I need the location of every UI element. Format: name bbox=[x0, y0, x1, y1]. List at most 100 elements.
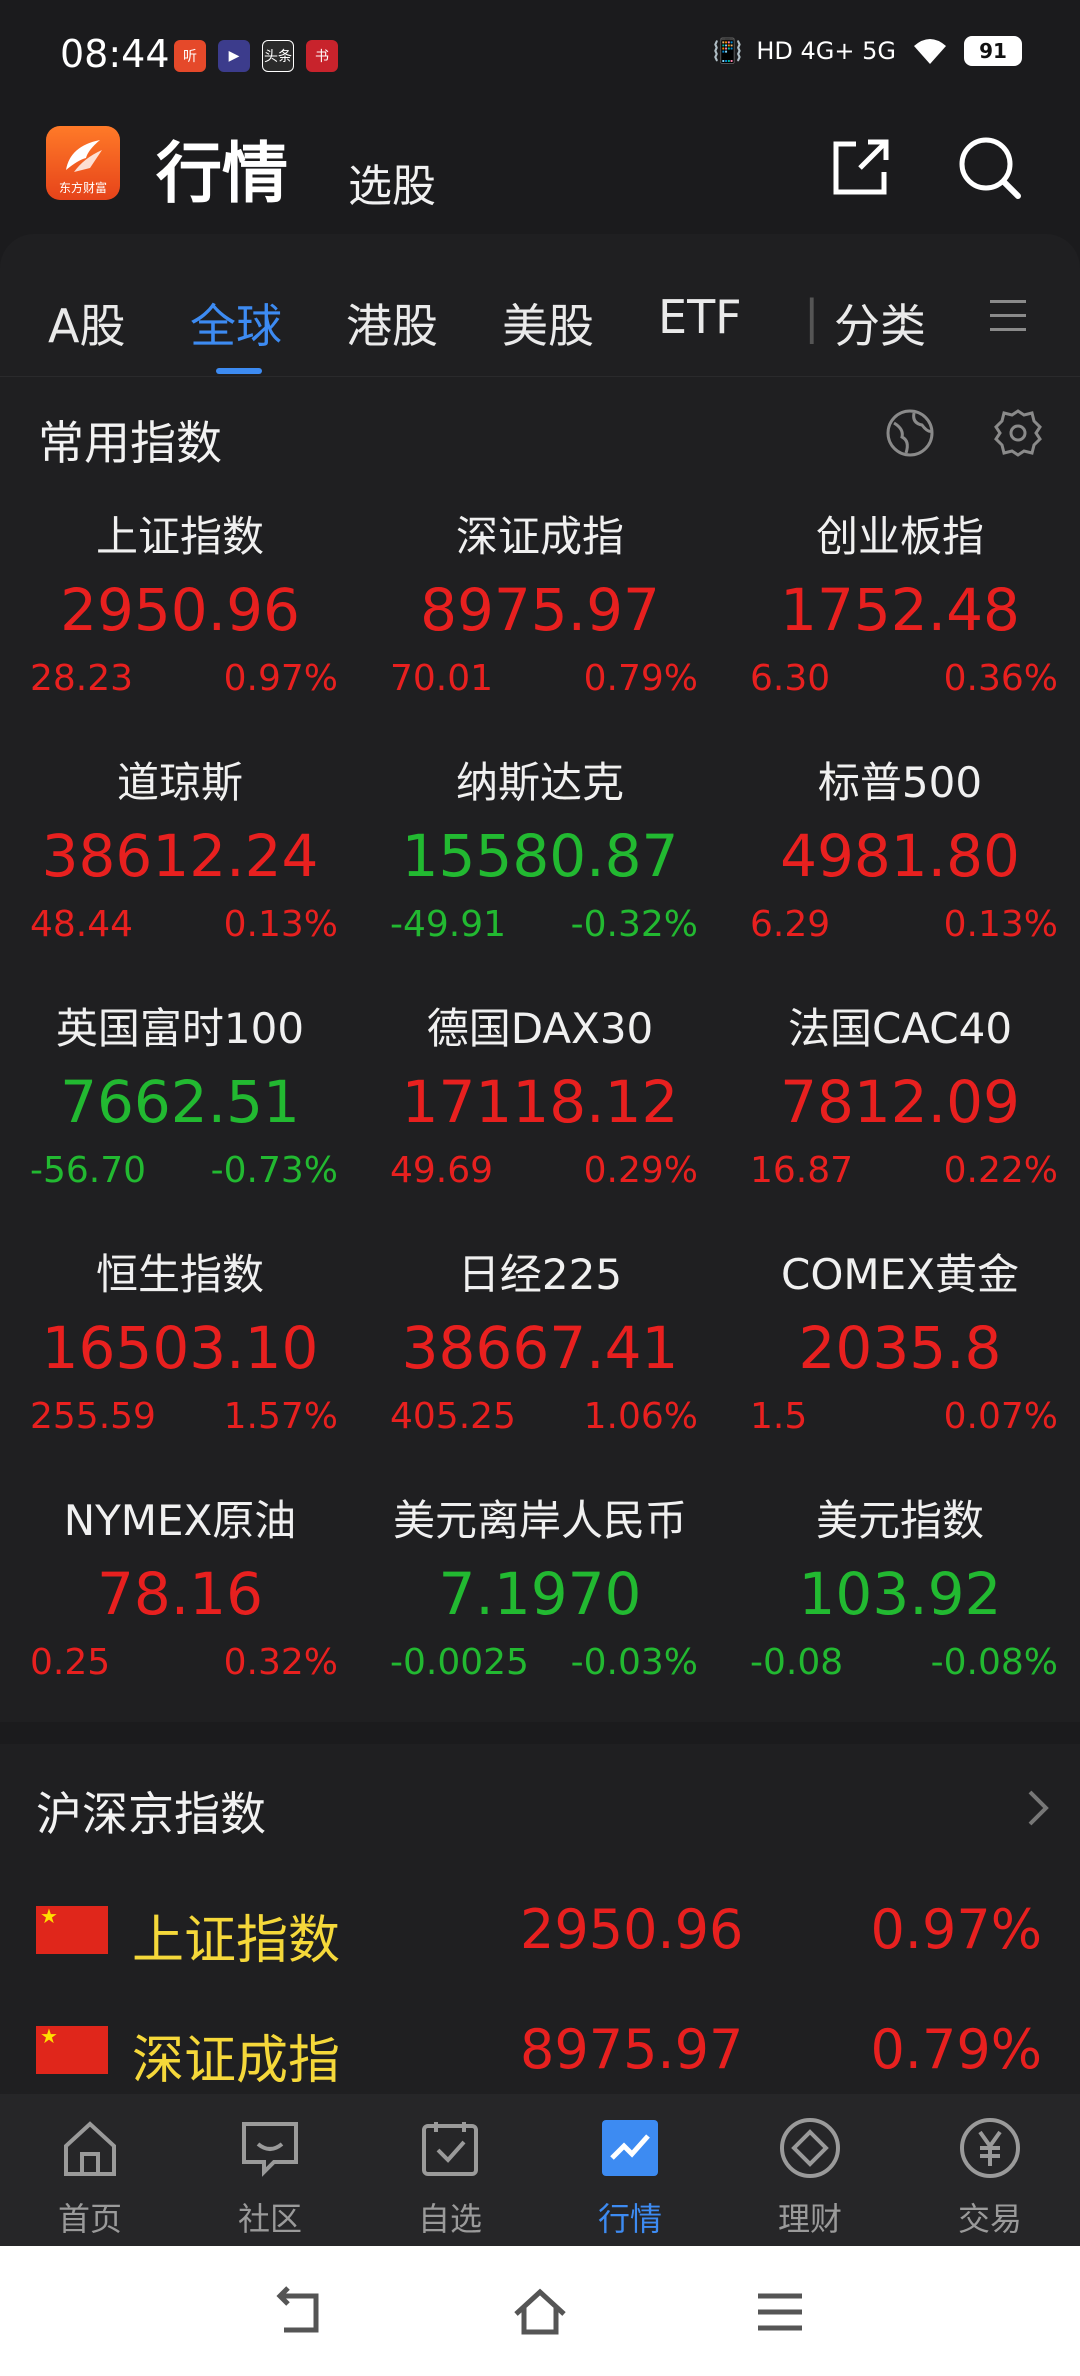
index-card[interactable]: 深证成指 8975.97 70.01 0.79% bbox=[360, 503, 720, 749]
index-change-pct: -0.73% bbox=[210, 1150, 338, 1191]
index-name: 纳斯达克 bbox=[455, 758, 624, 807]
index-name: COMEX黄金 bbox=[781, 1250, 1019, 1299]
nav-label: 理财 bbox=[777, 2200, 842, 2238]
stock-picker-link[interactable]: 选股 bbox=[348, 150, 436, 214]
status-indicators: 📳 HD 4G+ 5G 91 bbox=[712, 36, 1022, 66]
index-change: 6.30 bbox=[750, 658, 831, 699]
index-change-pct: -0.32% bbox=[570, 904, 698, 945]
index-price: 103.92 bbox=[798, 1560, 1002, 1628]
app-header: 东方财富 行情 选股 bbox=[0, 112, 1080, 232]
index-card[interactable]: 标普500 4981.80 6.29 0.13% bbox=[720, 749, 1080, 995]
index-change-pct: 0.13% bbox=[223, 904, 338, 945]
index-card[interactable]: 日经225 38667.41 405.25 1.06% bbox=[360, 1241, 720, 1487]
index-card[interactable]: 纳斯达克 15580.87 -49.91 -0.32% bbox=[360, 749, 720, 995]
wifi-icon bbox=[914, 39, 946, 64]
index-change-pct: 0.29% bbox=[583, 1150, 698, 1191]
index-card[interactable]: 创业板指 1752.48 6.30 0.36% bbox=[720, 503, 1080, 749]
nav-trade[interactable]: 交易 bbox=[900, 2116, 1080, 2240]
index-change-pct: 0.79% bbox=[583, 658, 698, 699]
index-change-pct: 0.97% bbox=[870, 1898, 1042, 1961]
home-nav-icon[interactable] bbox=[510, 2282, 570, 2342]
index-price: 1752.48 bbox=[780, 576, 1020, 644]
battery-icon: 91 bbox=[964, 36, 1022, 66]
index-price: 7812.09 bbox=[780, 1068, 1020, 1136]
recents-menu-icon[interactable] bbox=[750, 2282, 810, 2342]
home-icon bbox=[64, 2121, 116, 2176]
index-change: -0.0025 bbox=[390, 1642, 529, 1683]
index-card[interactable]: 法国CAC40 7812.09 16.87 0.22% bbox=[720, 995, 1080, 1241]
tab-global[interactable]: 全球 bbox=[190, 290, 282, 356]
globe-icon[interactable] bbox=[884, 407, 936, 459]
tab-etf[interactable]: ETF bbox=[658, 290, 742, 344]
index-name: 法国CAC40 bbox=[787, 1004, 1013, 1053]
index-card[interactable]: 德国DAX30 17118.12 49.69 0.29% bbox=[360, 995, 720, 1241]
index-change: 255.59 bbox=[30, 1396, 156, 1437]
index-change: -0.08 bbox=[750, 1642, 844, 1683]
index-name: 道琼斯 bbox=[116, 758, 243, 807]
index-card[interactable]: 恒生指数 16503.10 255.59 1.57% bbox=[0, 1241, 360, 1487]
index-card[interactable]: 道琼斯 38612.24 48.44 0.13% bbox=[0, 749, 360, 995]
page-title: 行情 bbox=[156, 135, 288, 212]
china-flag-icon bbox=[36, 2026, 108, 2074]
index-change-pct: 0.97% bbox=[223, 658, 338, 699]
index-card[interactable]: 美元离岸人民币 7.1970 -0.0025 -0.03% bbox=[360, 1487, 720, 1733]
index-change-pct: -0.08% bbox=[930, 1642, 1058, 1683]
index-change-pct: 0.22% bbox=[943, 1150, 1058, 1191]
tab-hk[interactable]: 港股 bbox=[346, 290, 438, 356]
index-price: 2950.96 bbox=[520, 1898, 744, 1961]
community-icon bbox=[242, 2122, 298, 2177]
index-change: 49.69 bbox=[390, 1150, 494, 1191]
index-change-pct: 1.06% bbox=[583, 1396, 698, 1437]
nav-watchlist[interactable]: 自选 bbox=[360, 2116, 540, 2240]
index-card[interactable]: NYMEX原油 78.16 0.25 0.32% bbox=[0, 1487, 360, 1733]
tab-us[interactable]: 美股 bbox=[502, 290, 594, 356]
nav-label: 社区 bbox=[237, 2200, 302, 2238]
index-change: 1.5 bbox=[750, 1396, 808, 1437]
index-name: 美元指数 bbox=[815, 1496, 984, 1545]
china-flag-icon bbox=[36, 1906, 108, 1954]
notification-app-icon: 书 bbox=[306, 40, 338, 72]
index-name: 日经225 bbox=[457, 1250, 623, 1299]
index-change-pct: 0.36% bbox=[943, 658, 1058, 699]
index-change-pct: 0.07% bbox=[943, 1396, 1058, 1437]
nav-home[interactable]: 首页 bbox=[0, 2116, 180, 2240]
index-price: 2950.96 bbox=[60, 576, 300, 644]
tab-menu-icon[interactable] bbox=[990, 300, 1026, 342]
nav-community[interactable]: 社区 bbox=[180, 2116, 360, 2240]
bottom-nav: 首页 社区 自选 行情 理财 交易 bbox=[0, 2094, 1080, 2246]
nav-label: 自选 bbox=[417, 2200, 482, 2238]
index-name: 美元离岸人民币 bbox=[392, 1496, 687, 1545]
index-price: 78.16 bbox=[96, 1560, 264, 1628]
nav-market[interactable]: 行情 bbox=[540, 2116, 720, 2240]
index-price: 38667.41 bbox=[401, 1314, 679, 1382]
index-change: -56.70 bbox=[30, 1150, 147, 1191]
chevron-right-icon[interactable] bbox=[1026, 1788, 1050, 1828]
settings-gear-icon[interactable] bbox=[992, 407, 1044, 459]
index-card[interactable]: COMEX黄金 2035.8 1.5 0.07% bbox=[720, 1241, 1080, 1487]
logo-mark-icon bbox=[66, 140, 102, 172]
active-tab-indicator bbox=[216, 368, 262, 374]
share-icon[interactable] bbox=[826, 132, 896, 202]
index-name: 德国DAX30 bbox=[426, 1004, 654, 1053]
market-icon bbox=[602, 2120, 658, 2176]
index-name: 上证指数 bbox=[132, 1911, 341, 1971]
index-card[interactable]: 英国富时100 7662.51 -56.70 -0.73% bbox=[0, 995, 360, 1241]
tab-category[interactable]: 分类 bbox=[834, 290, 926, 356]
trade-icon bbox=[960, 2118, 1020, 2178]
section-title[interactable]: 沪深京指数 bbox=[36, 1778, 266, 1844]
index-change: -49.91 bbox=[390, 904, 507, 945]
index-change: 28.23 bbox=[30, 658, 134, 699]
list-item[interactable]: 上证指数 2950.96 0.97% bbox=[0, 1874, 1080, 1994]
network-indicator: HD 4G+ 5G bbox=[756, 37, 896, 65]
index-change: 6.29 bbox=[750, 904, 831, 945]
nav-wealth[interactable]: 理财 bbox=[720, 2116, 900, 2240]
status-app-icons: 听 ▶ 头条 书 bbox=[174, 40, 338, 72]
index-price: 17118.12 bbox=[401, 1068, 679, 1136]
index-price: 4981.80 bbox=[780, 822, 1020, 890]
index-price: 15580.87 bbox=[401, 822, 679, 890]
index-card[interactable]: 美元指数 103.92 -0.08 -0.08% bbox=[720, 1487, 1080, 1733]
index-card[interactable]: 上证指数 2950.96 28.23 0.97% bbox=[0, 503, 360, 749]
back-icon[interactable] bbox=[270, 2282, 330, 2342]
tab-a-shares[interactable]: A股 bbox=[48, 290, 125, 356]
search-icon[interactable] bbox=[954, 132, 1024, 202]
